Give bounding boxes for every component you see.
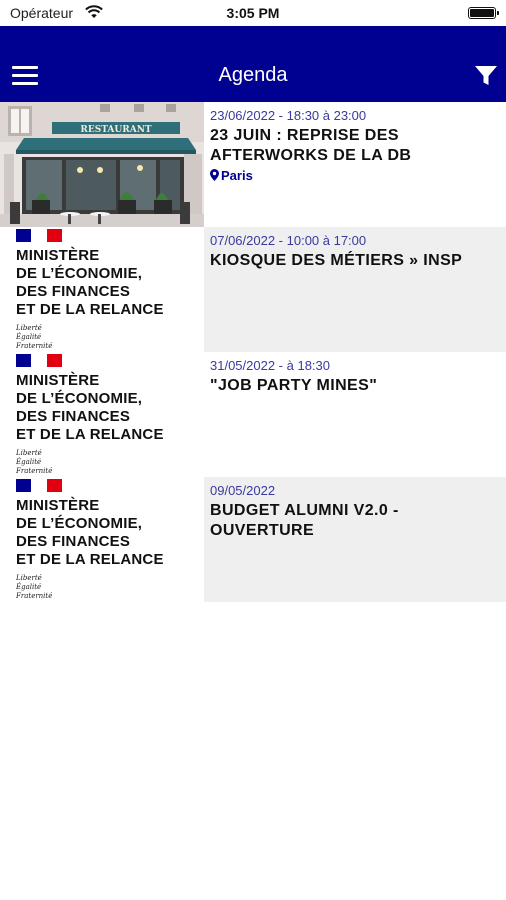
ministry-logo: MINISTÈRE DE L’ÉCONOMIE, DES FINANCES ET…: [16, 477, 196, 602]
event-details[interactable]: 07/06/2022 - 10:00 à 17:00 KIOSQUE DES M…: [204, 227, 506, 352]
event-thumbnail: MINISTÈRE DE L’ÉCONOMIE, DES FINANCES ET…: [0, 227, 204, 352]
filter-icon[interactable]: [474, 65, 498, 87]
ministry-motto: Liberté Égalité Fraternité: [16, 324, 53, 350]
event-title: BUDGET ALUMNI V2.0 - OUVERTURE: [210, 502, 399, 539]
event-location: Paris: [210, 168, 500, 183]
status-bar: Opérateur 3:05 PM: [0, 0, 506, 26]
event-date: 09/05/2022: [210, 483, 276, 498]
french-flag-icon: [16, 354, 62, 367]
event-thumbnail: MINISTÈRE DE L’ÉCONOMIE, DES FINANCES ET…: [0, 477, 204, 602]
ministry-name: MINISTÈRE DE L’ÉCONOMIE, DES FINANCES ET…: [16, 247, 164, 318]
event-location-label: Paris: [221, 168, 253, 183]
french-flag-icon: [16, 229, 62, 242]
battery-icon: [468, 7, 499, 19]
event-details[interactable]: 09/05/2022 BUDGET ALUMNI V2.0 - OUVERTUR…: [204, 477, 506, 602]
event-title: 23 JUIN : REPRISE DES AFTERWORKS DE LA D…: [210, 127, 412, 164]
event-title: "JOB PARTY MINES": [210, 377, 378, 394]
event-thumbnail: MINISTÈRE DE L’ÉCONOMIE, DES FINANCES ET…: [0, 352, 204, 477]
ministry-motto: Liberté Égalité Fraternité: [16, 449, 53, 475]
french-flag-icon: [16, 479, 62, 492]
event-row[interactable]: MINISTÈRE DE L’ÉCONOMIE, DES FINANCES ET…: [0, 227, 506, 352]
ministry-logo: MINISTÈRE DE L’ÉCONOMIE, DES FINANCES ET…: [16, 227, 196, 352]
location-pin-icon: [210, 169, 219, 181]
event-thumbnail: RESTAURANT: [0, 102, 204, 227]
ministry-motto: Liberté Égalité Fraternité: [16, 574, 53, 600]
event-row[interactable]: MINISTÈRE DE L’ÉCONOMIE, DES FINANCES ET…: [0, 352, 506, 477]
event-date: 23/06/2022 - 18:30 à 23:00: [210, 108, 367, 123]
event-row[interactable]: MINISTÈRE DE L’ÉCONOMIE, DES FINANCES ET…: [0, 477, 506, 602]
ministry-name: MINISTÈRE DE L’ÉCONOMIE, DES FINANCES ET…: [16, 372, 164, 443]
event-title: KIOSQUE DES MÉTIERS » INSP: [210, 252, 463, 269]
svg-text:RESTAURANT: RESTAURANT: [80, 125, 152, 135]
event-date: 07/06/2022 - 10:00 à 17:00: [210, 233, 367, 248]
ministry-name: MINISTÈRE DE L’ÉCONOMIE, DES FINANCES ET…: [16, 497, 164, 568]
event-list: RESTAURANT 23/06/2022 - 18:30 à 23:00 23…: [0, 102, 506, 602]
event-row[interactable]: RESTAURANT 23/06/2022 - 18:30 à 23:00 23…: [0, 102, 506, 227]
event-date: 31/05/2022 - à 18:30: [210, 358, 330, 373]
restaurant-illustration: RESTAURANT: [0, 102, 204, 227]
page-title: Agenda: [218, 64, 288, 86]
ministry-logo: MINISTÈRE DE L’ÉCONOMIE, DES FINANCES ET…: [16, 352, 196, 477]
clock: 3:05 PM: [226, 5, 280, 21]
event-details[interactable]: 23/06/2022 - 18:30 à 23:00 23 JUIN : REP…: [204, 102, 506, 227]
event-details[interactable]: 31/05/2022 - à 18:30 "JOB PARTY MINES": [204, 352, 506, 477]
nav-bar: Agenda: [0, 26, 506, 102]
